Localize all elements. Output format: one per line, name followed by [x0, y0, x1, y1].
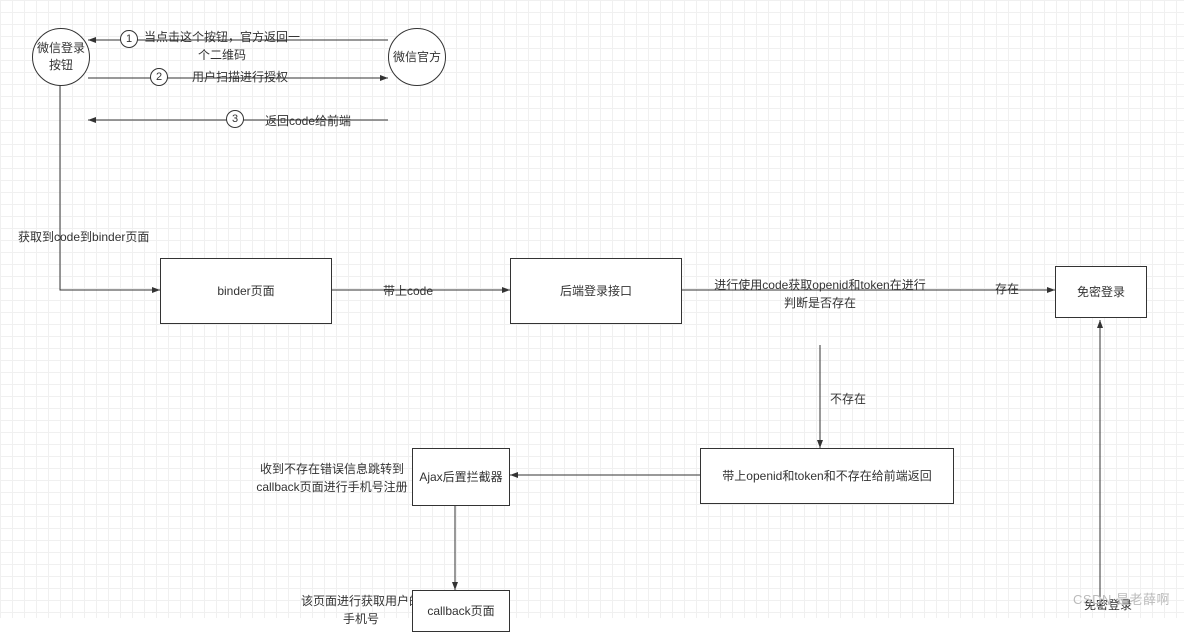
edge-label-step3: 返回code给前端 — [248, 112, 368, 130]
edge-label-use-code: 进行使用code获取openid和token在进行判断是否存在 — [710, 276, 930, 312]
node-label: 带上openid和token和不存在给前端返回 — [722, 468, 931, 485]
node-label: Ajax后置拦截器 — [419, 469, 502, 486]
edge-label-step1: 当点击这个按钮，官方返回一个二维码 — [142, 28, 302, 64]
node-ajax-interceptor: Ajax后置拦截器 — [412, 448, 510, 506]
node-label: callback页面 — [427, 603, 494, 620]
node-wechat-official: 微信官方 — [388, 28, 446, 86]
edge-label-exists: 存在 — [982, 280, 1032, 298]
node-passwordless-login: 免密登录 — [1055, 266, 1147, 318]
node-callback-page: callback页面 — [412, 590, 510, 632]
edge-label-got-notexist: 收到不存在错误信息跳转到callback页面进行手机号注册 — [252, 460, 412, 496]
node-label: 微信官方 — [393, 49, 441, 66]
step-number-3: 3 — [226, 110, 244, 128]
node-wechat-login-button: 微信登录按钮 — [32, 28, 90, 86]
edge-label-get-phone: 该页面进行获取用户的手机号 — [296, 592, 426, 628]
step-number-2: 2 — [150, 68, 168, 86]
edge-label-not-exists: 不存在 — [830, 390, 890, 408]
node-binder-page: binder页面 — [160, 258, 332, 324]
edge-label-with-code: 带上code — [368, 282, 448, 300]
edge-label-got-code: 获取到code到binder页面 — [18, 228, 158, 246]
node-return-openid-token: 带上openid和token和不存在给前端返回 — [700, 448, 954, 504]
step-number-1: 1 — [120, 30, 138, 48]
node-label: 后端登录接口 — [560, 283, 632, 300]
watermark: CSDN 是老薛啊 — [1073, 589, 1170, 608]
edge-label-step2: 用户扫描进行授权 — [170, 68, 310, 86]
node-label: binder页面 — [217, 283, 274, 300]
node-label: 免密登录 — [1077, 284, 1125, 301]
node-backend-login-api: 后端登录接口 — [510, 258, 682, 324]
node-label: 微信登录按钮 — [33, 40, 89, 74]
diagram-canvas: 微信登录按钮 微信官方 1 2 3 当点击这个按钮，官方返回一个二维码 用户扫描… — [0, 0, 1184, 618]
